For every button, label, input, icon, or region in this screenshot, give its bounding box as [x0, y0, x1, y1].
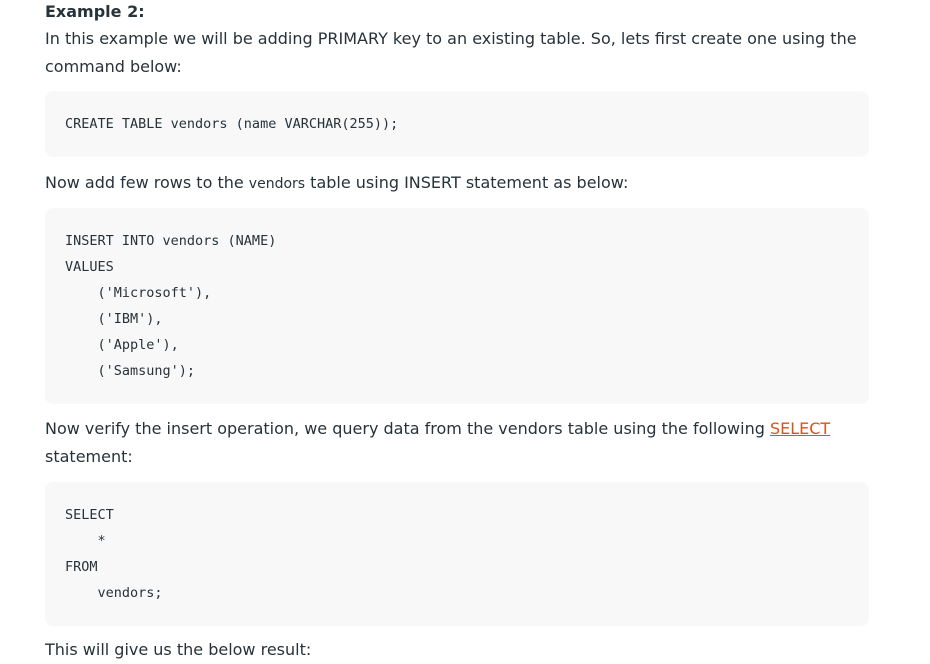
verify-intro-text: Now verify the insert operation, we quer… — [45, 419, 770, 438]
verify-intro-paragraph: Now verify the insert operation, we quer… — [45, 415, 869, 471]
verify-intro-line-2: statement: — [45, 447, 133, 466]
intro-line-2: command below: — [45, 57, 182, 76]
select-code-block[interactable]: SELECT * FROM vendors; — [45, 482, 869, 626]
select-link[interactable]: SELECT — [770, 419, 830, 438]
code-line: ('Apple'), — [65, 337, 179, 353]
code-line: INSERT INTO vendors (NAME) — [65, 233, 277, 249]
code-line: * — [65, 533, 106, 549]
insert-intro-paragraph: Now add few rows to the vendors table us… — [45, 169, 869, 198]
intro-line-1: In this example we will be adding PRIMAR… — [45, 29, 857, 48]
example-heading: Example 2: — [45, 2, 145, 21]
code-line: CREATE TABLE vendors (name VARCHAR(255))… — [65, 116, 399, 132]
code-line: SELECT — [65, 507, 114, 523]
insert-code-block[interactable]: INSERT INTO vendors (NAME) VALUES ('Micr… — [45, 208, 869, 404]
article-content: Example 2: In this example we will be ad… — [45, 0, 869, 664]
insert-intro-text-after: table using INSERT statement as below: — [305, 173, 629, 192]
intro-paragraph: In this example we will be adding PRIMAR… — [45, 25, 869, 81]
code-line: vendors; — [65, 585, 163, 601]
result-intro-paragraph: This will give us the below result: — [45, 640, 312, 659]
insert-intro-text-before: Now add few rows to the — [45, 173, 249, 192]
create-table-code-block[interactable]: CREATE TABLE vendors (name VARCHAR(255))… — [45, 91, 869, 157]
code-line: ('IBM'), — [65, 311, 163, 327]
code-line: ('Microsoft'), — [65, 285, 212, 301]
code-line: VALUES — [65, 259, 114, 275]
inline-code-vendors: vendors — [248, 176, 306, 192]
code-line: FROM — [65, 559, 98, 575]
code-line: ('Samsung'); — [65, 363, 196, 379]
